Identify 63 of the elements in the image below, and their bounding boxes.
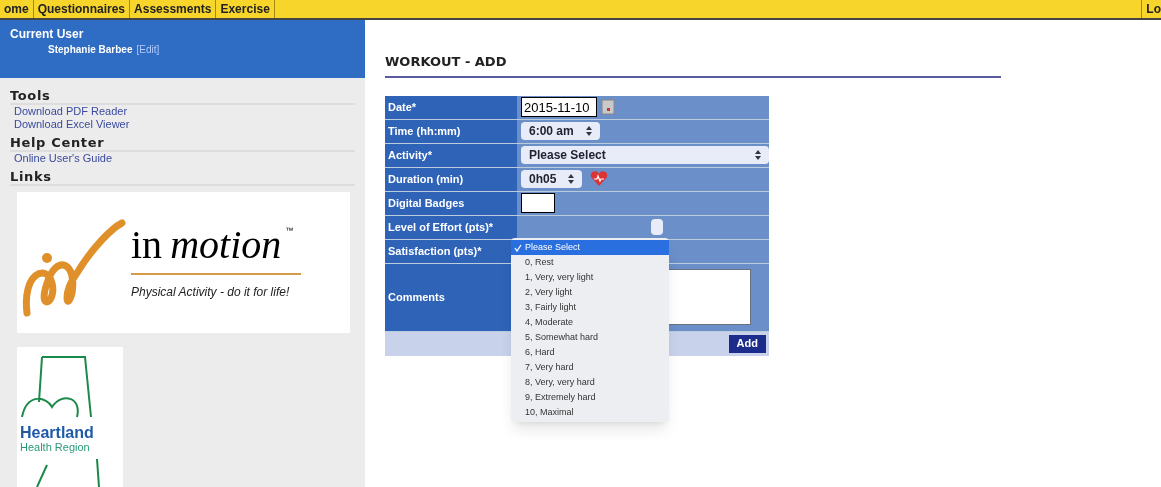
sidebar-link[interactable]: Download Excel Viewer bbox=[10, 118, 355, 131]
trademark: ™ bbox=[285, 224, 294, 237]
dropdown-option[interactable]: 5, Somewhat hard bbox=[511, 330, 669, 345]
sidebar-link[interactable]: Online User's Guide bbox=[10, 152, 355, 165]
dropdown-option[interactable]: 8, Very, very hard bbox=[511, 375, 669, 390]
option-label: 8, Very, very hard bbox=[525, 375, 595, 389]
section-heading: Help Center bbox=[10, 135, 355, 152]
select-arrows-icon bbox=[568, 174, 575, 184]
field-label: Date* bbox=[385, 95, 517, 119]
nav-link[interactable]: Questionnaires bbox=[33, 0, 131, 18]
inmotion-logo[interactable]: in motion™ Physical Activity - do it for life! bbox=[17, 192, 350, 333]
select-value: Please Select bbox=[529, 147, 606, 164]
nav-link[interactable]: Lo bbox=[1141, 0, 1161, 18]
field-label: Duration (min) bbox=[385, 167, 517, 191]
option-label: 7, Very hard bbox=[525, 360, 574, 374]
nav-link[interactable]: ome bbox=[0, 0, 34, 18]
option-label: 0, Rest bbox=[525, 255, 554, 269]
section-heading: Links bbox=[10, 169, 355, 186]
select-field[interactable] bbox=[651, 219, 663, 235]
field-label: Level of Effort (pts)* bbox=[385, 215, 517, 239]
select-field[interactable]: Please Select bbox=[521, 146, 769, 164]
logo-word: in bbox=[131, 224, 163, 265]
heartland-logo[interactable]: Heartland Health Region bbox=[17, 347, 123, 487]
field-label: Time (hh:mm) bbox=[385, 119, 517, 143]
user-heading: Current User bbox=[10, 28, 85, 40]
select-arrows-icon bbox=[755, 150, 761, 160]
dropdown-option[interactable]: Please Select bbox=[511, 240, 669, 255]
option-label: 5, Somewhat hard bbox=[525, 330, 599, 344]
date-field[interactable]: 2015-11-10 bbox=[521, 97, 597, 117]
select-value: 6:00 am bbox=[529, 123, 574, 140]
dropdown-option[interactable]: 7, Very hard bbox=[511, 360, 669, 375]
page-title: WORKOUT - ADD bbox=[385, 52, 1001, 78]
nav-link[interactable]: Assessments bbox=[130, 0, 217, 18]
dropdown-option[interactable]: 9, Extremely hard bbox=[511, 390, 669, 405]
badge-field[interactable] bbox=[521, 193, 555, 213]
sidebar-link[interactable]: Download PDF Reader bbox=[10, 105, 355, 118]
dropdown-option[interactable]: 6, Hard bbox=[511, 345, 669, 360]
select-field[interactable]: 6:00 am bbox=[521, 122, 600, 140]
heart-icon bbox=[590, 171, 609, 187]
option-label: 10, Maximal bbox=[525, 405, 574, 419]
option-label: 1, Very, very light bbox=[525, 270, 594, 284]
logo-tagline: Physical Activity - do it for life! bbox=[131, 283, 290, 301]
dropdown-option[interactable]: 10, Maximal bbox=[511, 405, 669, 420]
select-field[interactable]: 0h05 bbox=[521, 170, 583, 188]
option-label: 2, Very light bbox=[525, 285, 573, 299]
field-label: Digital Badges bbox=[385, 191, 517, 215]
option-label: 6, Hard bbox=[525, 345, 555, 359]
logo-title: Heartland bbox=[20, 425, 94, 441]
option-label: 9, Extremely hard bbox=[525, 390, 596, 404]
logo-word: motion bbox=[170, 224, 282, 265]
checkmark-icon bbox=[514, 243, 522, 252]
nav-link[interactable]: Exercise bbox=[216, 0, 275, 18]
add-button[interactable]: Add bbox=[728, 334, 766, 353]
section-heading: Tools bbox=[10, 88, 355, 105]
select-value: 0h05 bbox=[529, 171, 557, 188]
option-label: 3, Fairly light bbox=[525, 300, 577, 314]
field-label: Activity* bbox=[385, 143, 517, 167]
calendar-icon[interactable] bbox=[601, 99, 615, 115]
select-arrows-icon bbox=[585, 126, 592, 136]
option-label: Please Select bbox=[525, 240, 581, 254]
user-name: Stephanie Barbee bbox=[48, 43, 133, 57]
logo-subtitle: Health Region bbox=[20, 441, 91, 455]
option-label: 4, Moderate bbox=[525, 315, 574, 329]
